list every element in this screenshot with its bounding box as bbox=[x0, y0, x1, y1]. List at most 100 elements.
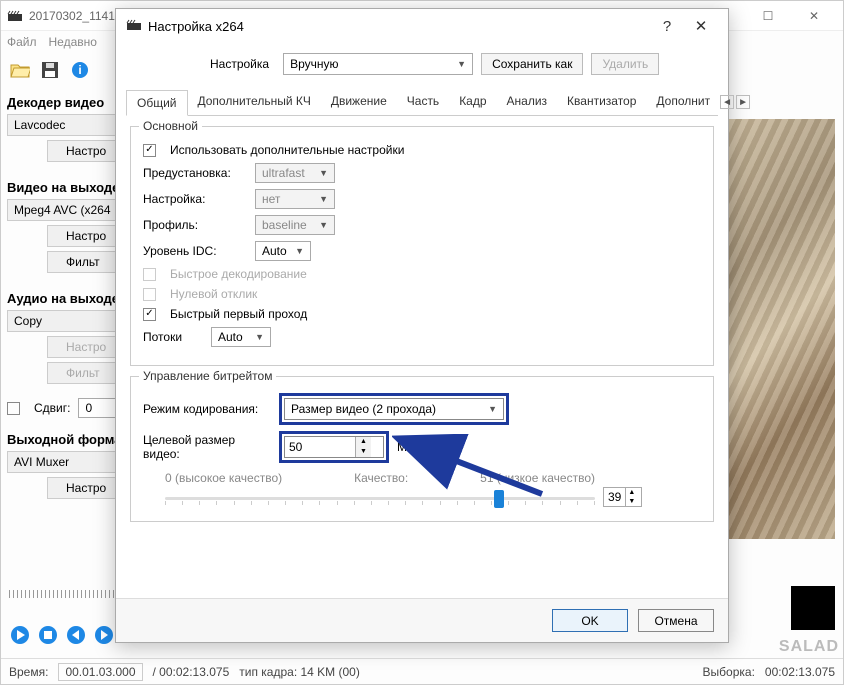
video-preview bbox=[729, 119, 835, 539]
preset-select[interactable]: Вручную▼ bbox=[283, 53, 473, 75]
threads-dropdown[interactable]: Auto▼ bbox=[211, 327, 271, 347]
tab-analysis[interactable]: Анализ bbox=[497, 89, 558, 115]
quality-slider-wrap: 0 (высокое качество) Качество: 51 (низко… bbox=[165, 471, 701, 509]
idc-dropdown[interactable]: Auto▼ bbox=[255, 241, 311, 261]
preset-label: Настройка bbox=[210, 57, 269, 71]
preview-black bbox=[791, 586, 835, 630]
quality-low-label: 0 (высокое качество) bbox=[165, 471, 282, 485]
quality-mid-label: Качество: bbox=[354, 471, 408, 485]
tab-part[interactable]: Часть bbox=[397, 89, 449, 115]
watermark: SALAD bbox=[779, 638, 839, 656]
cancel-button[interactable]: Отмена bbox=[638, 609, 714, 632]
play-icon[interactable] bbox=[9, 624, 31, 646]
dialog-app-icon bbox=[126, 17, 142, 36]
statusbar: Время: 00.01.03.000 / 00:02:13.075 тип к… bbox=[1, 658, 843, 684]
tab-scroll-left-icon[interactable]: ◄ bbox=[720, 95, 734, 109]
delete-button[interactable]: Удалить bbox=[591, 53, 659, 75]
prev-icon[interactable] bbox=[65, 624, 87, 646]
tab-scroll-right-icon[interactable]: ► bbox=[736, 95, 750, 109]
shift-value[interactable]: 0 bbox=[78, 398, 118, 418]
profile-dropdown[interactable]: baseline▼ bbox=[255, 215, 335, 235]
menu-file[interactable]: Файл bbox=[7, 35, 37, 49]
fast-decode-label: Быстрое декодирование bbox=[170, 267, 307, 281]
dialog-titlebar: Настройка x264 ? ✕ bbox=[116, 9, 728, 43]
group-main: Основной Использовать дополнительные нас… bbox=[130, 126, 714, 366]
fast-decode-checkbox bbox=[143, 268, 156, 281]
help-icon[interactable]: ? bbox=[650, 18, 684, 35]
chevron-down-icon: ▼ bbox=[457, 59, 466, 69]
encoding-mode-label: Режим кодирования: bbox=[143, 402, 271, 416]
shift-checkbox[interactable] bbox=[7, 402, 20, 415]
zero-latency-label: Нулевой отклик bbox=[170, 287, 257, 301]
spin-up-icon[interactable]: ▲ bbox=[356, 437, 371, 447]
time-label: Время: bbox=[9, 665, 48, 679]
x264-config-dialog: Настройка x264 ? ✕ Настройка Вручную▼ Со… bbox=[115, 8, 729, 643]
target-size-highlight: ▲▼ bbox=[279, 431, 389, 463]
menu-recent[interactable]: Недавно bbox=[49, 35, 97, 49]
tab-additional[interactable]: Дополнит bbox=[646, 89, 720, 115]
audio-filters-button[interactable]: Фильт bbox=[47, 362, 119, 384]
group-main-legend: Основной bbox=[139, 119, 202, 133]
audio-settings-button[interactable]: Настро bbox=[47, 336, 125, 358]
threads-label: Потоки bbox=[143, 330, 203, 344]
decoder-settings-button[interactable]: Настро bbox=[47, 140, 125, 162]
time-value: 00.01.03.000 bbox=[58, 663, 142, 681]
tab-motion[interactable]: Движение bbox=[321, 89, 397, 115]
play-controls bbox=[9, 624, 115, 646]
tab-general-body: Основной Использовать дополнительные нас… bbox=[116, 116, 728, 542]
frame-type: тип кадра: 14 KM (00) bbox=[239, 665, 360, 679]
target-size-unit: Мб bbox=[397, 440, 414, 454]
selection-label: Выборка: bbox=[703, 665, 755, 679]
quality-value-spinner[interactable]: 39 ▲▼ bbox=[603, 487, 642, 507]
tab-quantizer[interactable]: Квантизатор bbox=[557, 89, 646, 115]
q-spin-up-icon[interactable]: ▲ bbox=[626, 488, 637, 497]
stop-icon[interactable] bbox=[37, 624, 59, 646]
shift-label: Сдвиг: bbox=[34, 401, 70, 415]
tabs: Общий Дополнительный КЧ Движение Часть К… bbox=[126, 89, 718, 116]
encoding-mode-highlight: Размер видео (2 прохода)▼ bbox=[279, 393, 509, 425]
group-bitrate: Управление битрейтом Режим кодирования: … bbox=[130, 376, 714, 522]
tab-additional-kf[interactable]: Дополнительный КЧ bbox=[188, 89, 321, 115]
slider-thumb[interactable] bbox=[494, 490, 504, 508]
tune-dropdown[interactable]: нет▼ bbox=[255, 189, 335, 209]
preset-row: Настройка Вручную▼ Сохранить как Удалить bbox=[116, 43, 728, 89]
app-icon bbox=[7, 8, 23, 24]
tab-frame[interactable]: Кадр bbox=[449, 89, 496, 115]
close-button[interactable]: ✕ bbox=[791, 1, 837, 31]
ok-button[interactable]: OK bbox=[552, 609, 628, 632]
dialog-close-icon[interactable]: ✕ bbox=[684, 17, 718, 35]
dialog-title: Настройка x264 bbox=[148, 19, 650, 34]
selection-value: 00:02:13.075 bbox=[765, 665, 835, 679]
zero-latency-checkbox bbox=[143, 288, 156, 301]
tab-general[interactable]: Общий bbox=[126, 90, 188, 116]
target-size-label: Целевой размер видео: bbox=[143, 433, 271, 461]
preset-dropdown[interactable]: ultrafast▼ bbox=[255, 163, 335, 183]
fast-first-pass-checkbox[interactable] bbox=[143, 308, 156, 321]
dialog-footer: OK Отмена bbox=[116, 598, 728, 642]
save-icon[interactable] bbox=[39, 59, 61, 81]
video-settings-button[interactable]: Настро bbox=[47, 225, 125, 247]
video-filters-button[interactable]: Фильт bbox=[47, 251, 119, 273]
fast-first-pass-label: Быстрый первый проход bbox=[170, 307, 307, 321]
encoding-mode-select[interactable]: Размер видео (2 прохода)▼ bbox=[284, 398, 504, 420]
q-spin-down-icon[interactable]: ▼ bbox=[626, 497, 637, 506]
target-size-input[interactable] bbox=[285, 440, 355, 454]
group-bitrate-legend: Управление битрейтом bbox=[139, 369, 276, 383]
target-size-spinner[interactable]: ▲▼ bbox=[284, 436, 384, 458]
maximize-button[interactable]: ☐ bbox=[745, 1, 791, 31]
svg-text:i: i bbox=[78, 63, 81, 77]
spin-down-icon[interactable]: ▼ bbox=[356, 447, 371, 457]
profile-lbl: Профиль: bbox=[143, 218, 247, 232]
tune-lbl: Настройка: bbox=[143, 192, 247, 206]
quality-high-label: 51 (низкое качество) bbox=[480, 471, 595, 485]
info-icon[interactable]: i bbox=[69, 59, 91, 81]
next-icon[interactable] bbox=[93, 624, 115, 646]
use-extra-label: Использовать дополнительные настройки bbox=[170, 143, 404, 157]
quality-slider[interactable] bbox=[165, 487, 595, 509]
use-extra-checkbox[interactable] bbox=[143, 144, 156, 157]
preset-lbl: Предустановка: bbox=[143, 166, 247, 180]
duration: / 00:02:13.075 bbox=[153, 665, 230, 679]
muxer-settings-button[interactable]: Настро bbox=[47, 477, 125, 499]
save-as-button[interactable]: Сохранить как bbox=[481, 53, 583, 75]
open-icon[interactable] bbox=[9, 59, 31, 81]
